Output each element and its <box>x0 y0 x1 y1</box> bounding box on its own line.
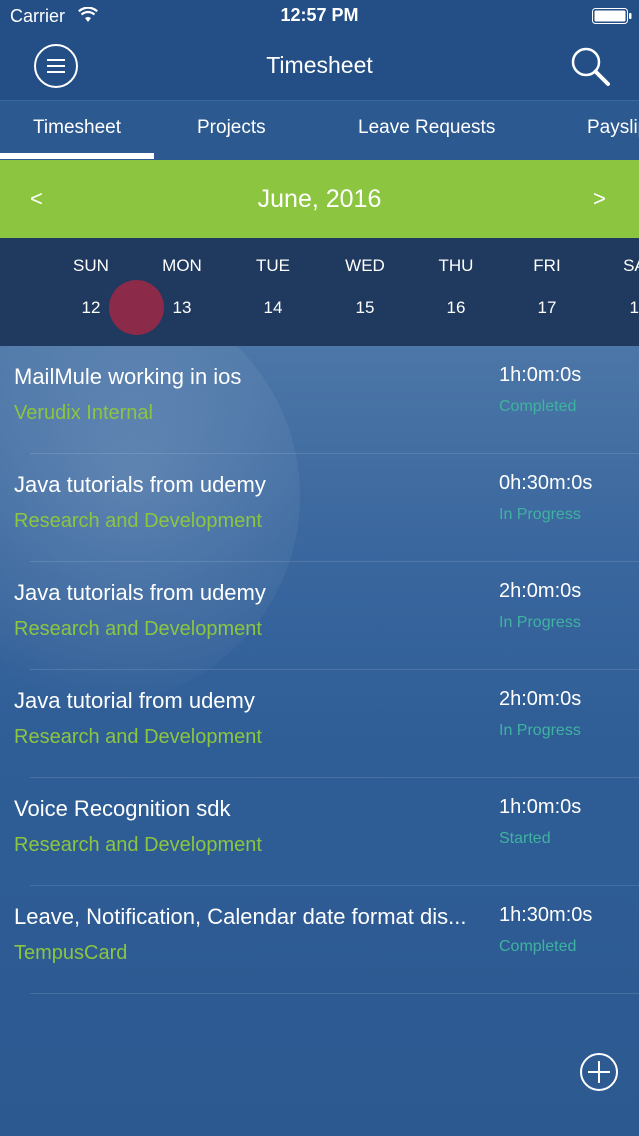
task-project: Research and Development <box>14 510 262 532</box>
task-project: Research and Development <box>14 726 262 748</box>
task-status: In Progress <box>499 614 581 631</box>
tab-timesheet[interactable]: Timesheet <box>33 117 121 139</box>
task-duration: 1h:0m:0s <box>499 364 582 386</box>
divider <box>30 993 639 994</box>
task-duration: 1h:30m:0s <box>499 904 593 926</box>
status-time: 12:57 PM <box>280 5 359 25</box>
month-bar: < June, 2016 > <box>0 160 639 238</box>
list-item[interactable]: Java tutorials from udemy Research and D… <box>0 562 639 670</box>
tab-bar: Timesheet Projects Leave Requests Paysli… <box>0 100 639 160</box>
day-tue[interactable]: TUE 14 <box>182 238 290 346</box>
month-label: June, 2016 <box>257 185 382 213</box>
task-title: Java tutorial from udemy <box>14 688 255 713</box>
list-item[interactable]: Leave, Notification, Calendar date forma… <box>0 886 639 994</box>
tab-payslips[interactable]: Payslips <box>587 117 639 139</box>
task-duration: 2h:0m:0s <box>499 580 582 602</box>
task-title: Voice Recognition sdk <box>14 796 231 821</box>
add-entry-button[interactable] <box>579 1052 619 1092</box>
task-status: Completed <box>499 398 577 415</box>
day-thu[interactable]: THU 16 <box>365 238 474 346</box>
battery-icon <box>592 8 632 24</box>
list-item[interactable]: MailMule working in ios Verudix Internal… <box>0 346 639 454</box>
list-item[interactable]: Java tutorial from udemy Research and De… <box>0 670 639 778</box>
tab-leave-requests[interactable]: Leave Requests <box>358 117 495 139</box>
task-status: In Progress <box>499 722 581 739</box>
day-number: 18 <box>629 298 639 317</box>
day-sun[interactable]: SUN 12 <box>0 238 109 346</box>
task-title: Java tutorials from udemy <box>14 580 266 605</box>
page-title: Timesheet <box>266 52 373 78</box>
day-fri[interactable]: FRI 17 <box>456 238 560 346</box>
task-status: Started <box>499 830 551 847</box>
search-button[interactable] <box>568 44 612 88</box>
list-item[interactable]: Voice Recognition sdk Research and Devel… <box>0 778 639 886</box>
task-title: Java tutorials from udemy <box>14 472 266 497</box>
list-item[interactable]: Java tutorials from udemy Research and D… <box>0 454 639 562</box>
add-circle-icon <box>580 1053 618 1091</box>
task-title: Leave, Notification, Calendar date forma… <box>14 904 467 929</box>
nav-bar: Timesheet <box>0 32 639 100</box>
search-icon <box>571 47 610 86</box>
active-tab-indicator <box>0 153 154 159</box>
week-strip: SUN 12 MON 13 TUE 14 WED 15 THU 16 FRI 1… <box>0 238 639 346</box>
tab-projects[interactable]: Projects <box>197 117 266 139</box>
day-wed[interactable]: WED 15 <box>274 238 385 346</box>
task-project: Verudix Internal <box>14 402 153 424</box>
next-month-button[interactable]: > <box>593 186 606 212</box>
task-title: MailMule working in ios <box>14 364 242 389</box>
task-duration: 2h:0m:0s <box>499 688 582 710</box>
timesheet-list[interactable]: MailMule working in ios Verudix Internal… <box>0 346 639 1136</box>
task-duration: 1h:0m:0s <box>499 796 582 818</box>
task-status: In Progress <box>499 506 581 523</box>
task-project: TempusCard <box>14 942 128 964</box>
task-status: Completed <box>499 938 577 955</box>
task-project: Research and Development <box>14 618 262 640</box>
task-duration: 0h:30m:0s <box>499 472 593 494</box>
day-sat[interactable]: SAT 18 <box>548 238 639 346</box>
day-name: SAT <box>623 256 639 275</box>
day-mon-selected[interactable]: MON 13 <box>91 238 202 346</box>
task-project: Research and Development <box>14 834 262 856</box>
status-bar: Carrier 12:57 PM <box>0 0 639 32</box>
